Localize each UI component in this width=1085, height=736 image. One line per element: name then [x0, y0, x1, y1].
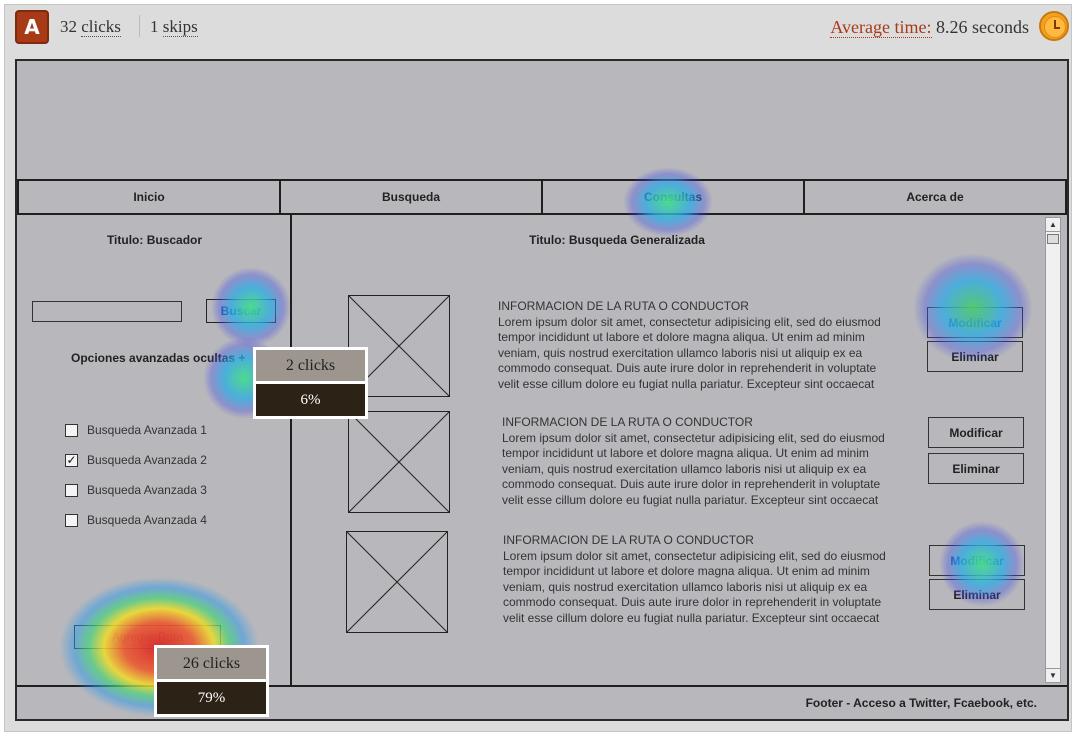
average-time: Average time: 8.26 seconds	[830, 17, 1029, 38]
skips-label: skips	[162, 17, 198, 37]
checkbox-row[interactable]: ✓ Busqueda Avanzada 2	[65, 445, 207, 475]
nav-inicio[interactable]: Inicio	[19, 181, 281, 213]
nav-acerca-de[interactable]: Acerca de	[805, 181, 1065, 213]
checkbox-label: Busqueda Avanzada 1	[87, 423, 207, 437]
tooltip-percent: 6%	[256, 384, 365, 416]
checkbox-label: Busqueda Avanzada 4	[87, 513, 207, 527]
checkbox-label: Busqueda Avanzada 3	[87, 483, 207, 497]
delete-button[interactable]: Eliminar	[927, 341, 1023, 372]
click-tooltip: 2 clicks 6%	[253, 347, 368, 419]
search-sidebar: Titulo: Buscador Buscar Opciones avanzad…	[17, 213, 292, 685]
checkbox-label: Busqueda Avanzada 2	[87, 453, 207, 467]
stats-divider	[139, 15, 140, 37]
mockup-header	[17, 61, 1067, 181]
modify-button[interactable]: Modificar	[928, 417, 1024, 448]
checkbox[interactable]	[65, 483, 78, 497]
nav-busqueda[interactable]: Busqueda	[281, 181, 543, 213]
clock-icon	[1039, 11, 1069, 41]
result-line: commodo consequat. Duis aute irure dolor…	[503, 595, 882, 609]
main-title: Titulo: Busqueda Generalizada	[529, 233, 705, 247]
nav-consultas[interactable]: Consultas	[543, 181, 805, 213]
modify-button[interactable]: Modificar	[929, 545, 1025, 576]
clicks-count: 32	[60, 17, 77, 36]
result-line: velit esse cillum dolore eu fugiat nulla…	[498, 376, 875, 391]
tooltip-clicks: 2 clicks	[256, 350, 365, 384]
checkbox[interactable]: ✓	[65, 453, 78, 467]
stats-bar: A 32 clicks 1 skips Average time: 8.26 s…	[5, 5, 1071, 51]
image-placeholder	[346, 531, 448, 633]
checkbox-row[interactable]: Busqueda Avanzada 4	[65, 505, 207, 535]
result-text: INFORMACION DE LA RUTA O CONDUCTOR Lorem…	[502, 415, 897, 508]
skips-stat[interactable]: 1 skips	[150, 17, 198, 37]
skips-count: 1	[150, 17, 159, 36]
scroll-down-icon[interactable]: ▼	[1046, 668, 1060, 682]
modify-button[interactable]: Modificar	[927, 307, 1023, 338]
checkbox[interactable]	[65, 423, 78, 437]
result-line: tempor incididunt ut labore et dolore ma…	[502, 446, 869, 460]
result-line: tempor incididunt ut labore et dolore ma…	[498, 330, 865, 344]
checkbox-row[interactable]: Busqueda Avanzada 3	[65, 475, 207, 505]
scroll-thumb[interactable]	[1047, 234, 1059, 244]
clicks-label: clicks	[81, 17, 121, 37]
checkbox-row[interactable]: Busqueda Avanzada 1	[65, 415, 207, 445]
search-input[interactable]	[32, 301, 182, 322]
result-line: Lorem ipsum dolor sit amet, consectetur …	[498, 314, 881, 329]
advanced-options-toggle[interactable]: Opciones avanzadas ocultas +	[71, 351, 245, 365]
click-tooltip: 26 clicks 79%	[154, 645, 269, 717]
result-line: veniam, quis nostrud exercitation ullamc…	[502, 461, 867, 476]
tooltip-clicks: 26 clicks	[157, 648, 266, 682]
scroll-up-icon[interactable]: ▲	[1046, 218, 1060, 232]
delete-button[interactable]: Eliminar	[928, 453, 1024, 484]
result-heading: INFORMACION DE LA RUTA O CONDUCTOR	[498, 299, 749, 313]
result-line: veniam, quis nostrud exercitation ullamc…	[498, 345, 863, 360]
result-line: Lorem ipsum dolor sit amet, consectetur …	[502, 430, 885, 445]
result-line: commodo consequat. Duis aute irure dolor…	[498, 361, 877, 375]
mockup-nav: Inicio Busqueda Consultas Acerca de	[17, 179, 1067, 215]
result-text: INFORMACION DE LA RUTA O CONDUCTOR Lorem…	[498, 299, 893, 392]
result-heading: INFORMACION DE LA RUTA O CONDUCTOR	[502, 415, 753, 429]
result-heading: INFORMACION DE LA RUTA O CONDUCTOR	[503, 533, 754, 547]
variant-badge: A	[15, 10, 49, 44]
delete-button[interactable]: Eliminar	[929, 579, 1025, 610]
search-button[interactable]: Buscar	[206, 299, 276, 323]
result-line: veniam, quis nostrud exercitation ullamc…	[503, 579, 868, 594]
result-line: tempor incididunt ut labore et dolore ma…	[503, 564, 870, 578]
clicks-stat[interactable]: 32 clicks	[60, 17, 121, 37]
heatmap-report: A 32 clicks 1 skips Average time: 8.26 s…	[4, 4, 1072, 732]
tooltip-percent: 79%	[157, 682, 266, 714]
scrollbar[interactable]: ▲ ▼	[1045, 217, 1061, 683]
checkbox[interactable]	[65, 513, 78, 527]
result-line: Lorem ipsum dolor sit amet, consectetur …	[503, 548, 886, 563]
wireframe-canvas: Inicio Busqueda Consultas Acerca de Titu…	[15, 59, 1069, 721]
image-placeholder	[348, 411, 450, 513]
advanced-checkboxes: Busqueda Avanzada 1 ✓ Busqueda Avanzada …	[65, 415, 207, 535]
sidebar-title: Titulo: Buscador	[106, 233, 203, 247]
result-line: velit esse cillum dolore eu fugiat nulla…	[502, 492, 879, 507]
average-time-value: 8.26 seconds	[936, 17, 1029, 37]
result-line: commodo consequat. Duis aute irure dolor…	[502, 477, 881, 491]
result-text: INFORMACION DE LA RUTA O CONDUCTOR Lorem…	[503, 533, 898, 626]
result-line: velit esse cillum dolore eu fugiat nulla…	[503, 610, 880, 625]
footer-text: Footer - Acceso a Twitter, Fcaebook, etc…	[805, 696, 1037, 710]
average-time-label: Average time:	[830, 17, 932, 38]
